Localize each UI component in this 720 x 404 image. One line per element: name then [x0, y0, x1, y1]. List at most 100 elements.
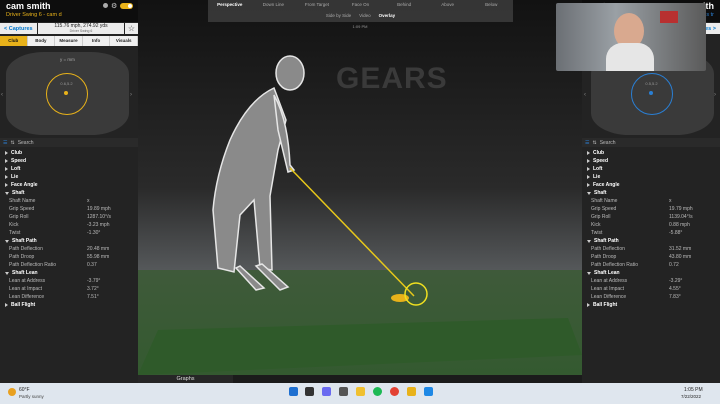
widgets-icon[interactable]: [339, 387, 348, 396]
caret-right-icon[interactable]: [587, 159, 590, 163]
caret-down-icon[interactable]: [587, 239, 591, 243]
chevron-left-icon[interactable]: ‹: [1, 92, 3, 98]
search-icon[interactable]: [305, 387, 314, 396]
section-label: Shaft Path: [12, 238, 37, 244]
caret-right-icon[interactable]: [5, 175, 8, 179]
taskbar-clock: 1:05 PM: [684, 387, 703, 393]
metric-label: Grip Roll: [591, 214, 611, 220]
section-label: Face Angle: [593, 182, 620, 188]
caret-down-icon[interactable]: [587, 191, 591, 195]
section-header[interactable]: Ball Flight: [0, 301, 138, 309]
caret-right-icon[interactable]: [587, 151, 590, 155]
search-input[interactable]: Search: [18, 140, 34, 146]
section-header[interactable]: Shaft Lean: [0, 269, 138, 277]
task-view-icon[interactable]: [322, 387, 331, 396]
tab-club[interactable]: Club: [0, 36, 28, 46]
metric-value: 4.55°: [669, 286, 681, 292]
section-label: Ball Flight: [593, 302, 618, 308]
impact-target: y = mm 0.6,5.2: [6, 52, 129, 135]
left-player-name: cam smith: [6, 1, 51, 11]
section-header[interactable]: Club: [0, 149, 138, 157]
section-header[interactable]: Speed: [582, 157, 720, 165]
right-search[interactable]: ☰ ⇅ Search: [582, 138, 720, 147]
file-explorer-icon[interactable]: [356, 387, 365, 396]
section-label: Speed: [11, 158, 27, 164]
metric-label: Lean Difference: [9, 294, 45, 300]
caret-right-icon[interactable]: [587, 303, 590, 307]
caret-right-icon[interactable]: [5, 167, 8, 171]
metric-label: Kick: [591, 222, 601, 228]
caret-down-icon[interactable]: [587, 271, 591, 275]
3d-viewport[interactable]: Perspective Down Line From Target Face On Be…: [138, 0, 582, 375]
metric-value: x: [669, 198, 672, 204]
section-header[interactable]: Loft: [582, 165, 720, 173]
caret-down-icon[interactable]: [5, 271, 9, 275]
star-icon[interactable]: ☆: [125, 23, 138, 34]
toggle-switch[interactable]: [120, 3, 133, 9]
caret-right-icon[interactable]: [5, 151, 8, 155]
chrome-icon[interactable]: [390, 387, 399, 396]
sort-icon[interactable]: ⇅: [10, 140, 14, 146]
presenter-shirt: [606, 43, 654, 71]
search-input[interactable]: Search: [600, 140, 616, 146]
tab-visuals[interactable]: Visuals: [110, 36, 138, 46]
section-header[interactable]: Shaft Lean: [582, 269, 720, 277]
section-header[interactable]: Shaft Path: [0, 237, 138, 245]
metric-label: Path Deflection: [9, 246, 43, 252]
caret-right-icon[interactable]: [5, 159, 8, 163]
metric-label: Kick: [9, 222, 19, 228]
list-icon[interactable]: ☰: [585, 140, 589, 146]
metric-row: Grip Speed 19.89 mph: [0, 205, 138, 213]
caret-right-icon[interactable]: [587, 183, 590, 187]
gears-app-icon[interactable]: [407, 387, 416, 396]
section-label: Lie: [593, 174, 601, 180]
metric-label: Lean at Address: [9, 278, 46, 284]
caret-right-icon[interactable]: [587, 175, 590, 179]
metric-row: Grip Speed 19.79 mph: [582, 205, 720, 213]
section-header[interactable]: Shaft: [582, 189, 720, 197]
left-search[interactable]: ☰ ⇅ Search: [0, 138, 138, 147]
metric-row: Lean Difference 7.51°: [0, 293, 138, 301]
chevron-left-icon[interactable]: ‹: [584, 92, 586, 98]
section-header[interactable]: Lie: [582, 173, 720, 181]
metric-value: 1287.10°/s: [87, 214, 111, 220]
caret-right-icon[interactable]: [587, 167, 590, 171]
sort-icon[interactable]: ⇅: [592, 140, 596, 146]
section-header[interactable]: Face Angle: [0, 181, 138, 189]
section-label: Club: [11, 150, 23, 156]
impact-value: 0.6,5.2: [60, 81, 73, 86]
caret-right-icon[interactable]: [5, 303, 8, 307]
section-header[interactable]: Club: [582, 149, 720, 157]
tab-info[interactable]: Info: [83, 36, 111, 46]
metric-row: Twist -5.88°: [582, 229, 720, 237]
info-icon[interactable]: [103, 3, 108, 8]
metric-value: -1.30°: [87, 230, 101, 236]
left-panel: cam smith Driver Swing 6 - cam d ⚙ < Cap…: [0, 0, 138, 383]
caret-right-icon[interactable]: [5, 183, 8, 187]
section-header[interactable]: Face Angle: [582, 181, 720, 189]
metric-label: Lean Difference: [591, 294, 627, 300]
spotify-icon[interactable]: [373, 387, 382, 396]
list-icon[interactable]: ☰: [3, 140, 7, 146]
metric-label: Twist: [591, 230, 603, 236]
section-header[interactable]: Speed: [0, 157, 138, 165]
tab-measure[interactable]: Measure: [55, 36, 83, 46]
chevron-right-icon[interactable]: ›: [714, 92, 716, 98]
chevron-right-icon[interactable]: ›: [130, 92, 132, 98]
section-header[interactable]: Loft: [0, 165, 138, 173]
section-header[interactable]: Shaft: [0, 189, 138, 197]
windows-start-icon[interactable]: [289, 387, 298, 396]
caret-down-icon[interactable]: [5, 191, 9, 195]
metric-label: Path Deflection Ratio: [9, 262, 56, 268]
presenter-bag: [660, 11, 678, 23]
caret-down-icon[interactable]: [5, 239, 9, 243]
captures-button[interactable]: < Captures: [0, 23, 37, 34]
app-icon[interactable]: [424, 387, 433, 396]
gear-icon[interactable]: ⚙: [111, 2, 117, 10]
section-header[interactable]: Ball Flight: [582, 301, 720, 309]
metric-row: Path Deflection 31.52 mm: [582, 245, 720, 253]
section-header[interactable]: Lie: [0, 173, 138, 181]
metric-row: Grip Roll 1287.10°/s: [0, 213, 138, 221]
section-header[interactable]: Shaft Path: [582, 237, 720, 245]
tab-body[interactable]: Body: [28, 36, 56, 46]
